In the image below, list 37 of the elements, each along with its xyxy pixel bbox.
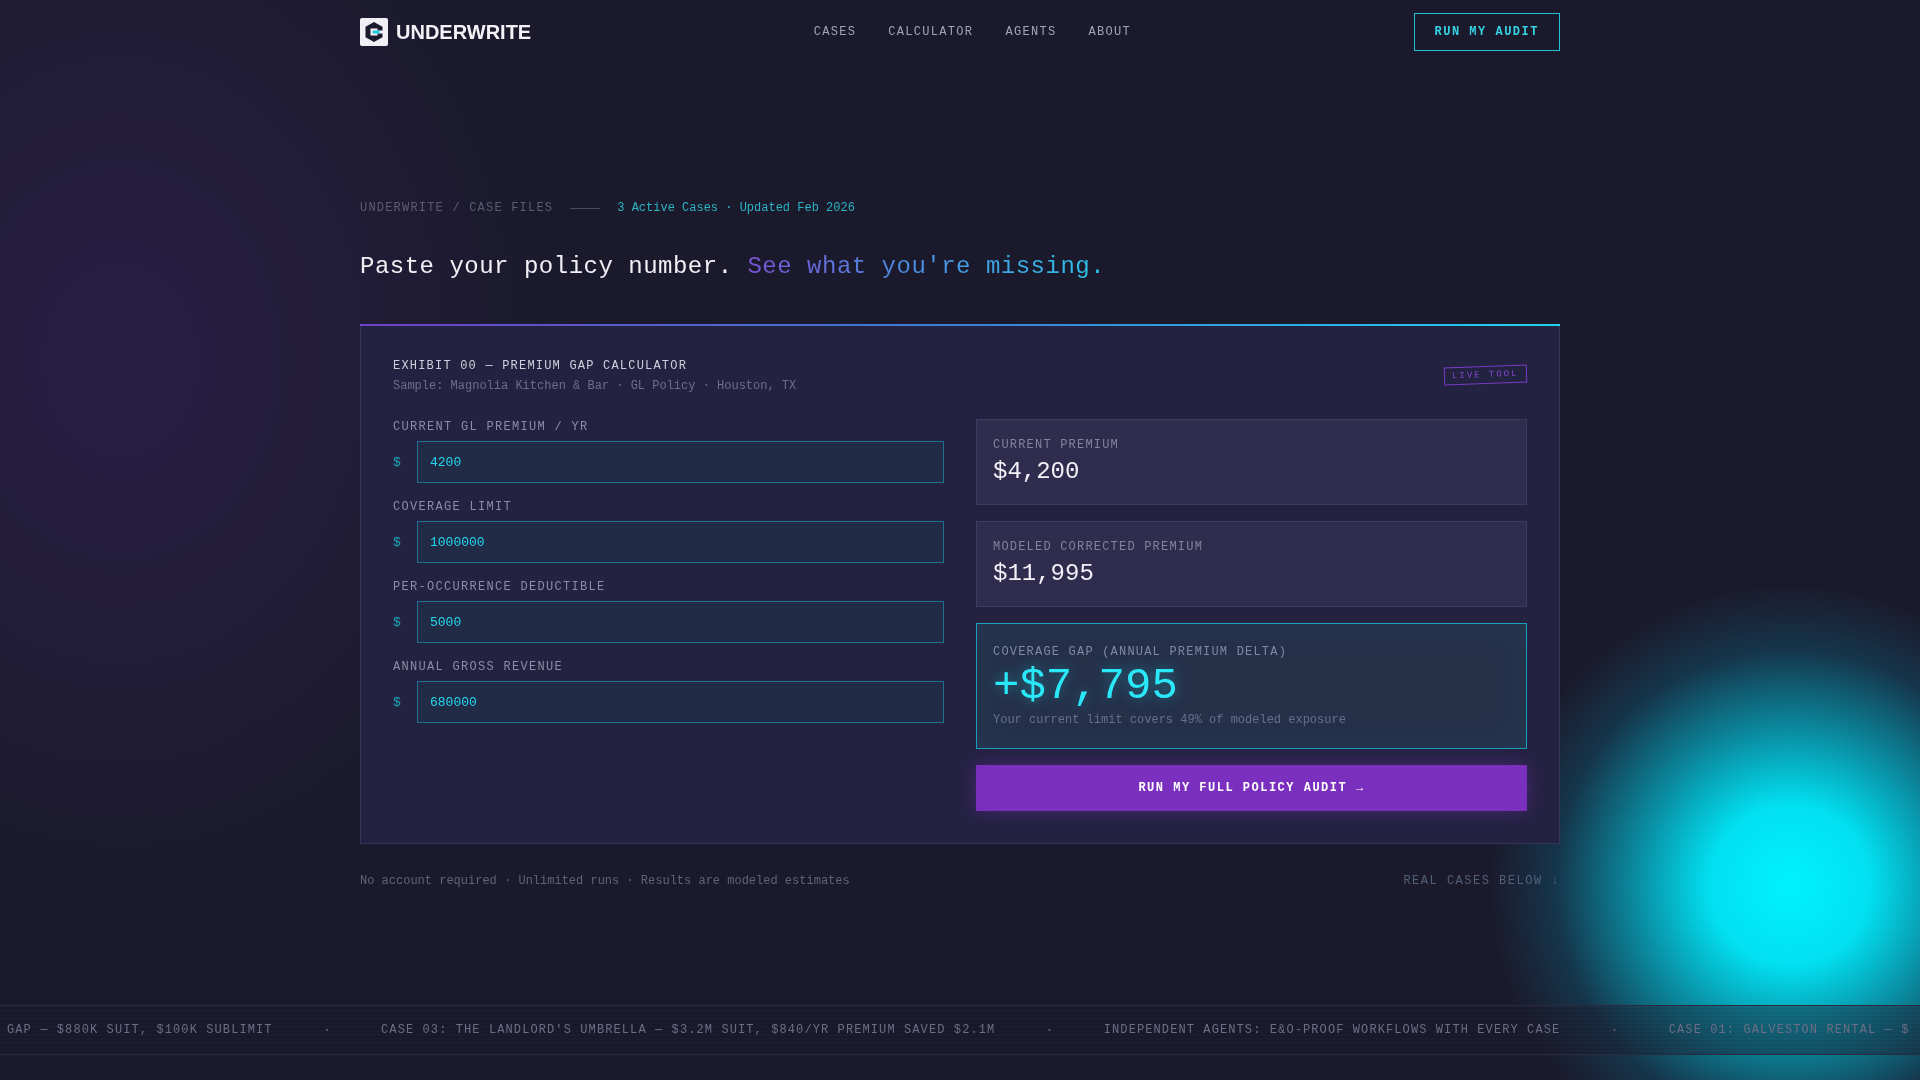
result-value: $11,995: [993, 559, 1095, 589]
currency-symbol: $: [393, 614, 402, 630]
nav-link[interactable]: CALCULATOR: [888, 25, 974, 39]
field-label: PER-OCCURRENCE DEDUCTIBLE: [393, 580, 607, 594]
currency-symbol: $: [393, 694, 402, 710]
nav-link[interactable]: ABOUT: [1088, 25, 1131, 39]
gap-label: COVERAGE GAP (ANNUAL PREMIUM DELTA): [993, 644, 1289, 660]
result-label: CURRENT PREMIUM: [993, 437, 1121, 453]
ticker-separator: ·: [322, 1022, 332, 1038]
field-label: COVERAGE LIMIT: [393, 500, 514, 514]
field-label: ANNUAL GROSS REVENUE: [393, 660, 565, 674]
logo-icon: [360, 18, 388, 46]
gap-value: +$7,795: [993, 662, 1179, 710]
policy-audit-button[interactable]: RUN MY FULL POLICY AUDIT →: [976, 765, 1527, 811]
result-value: $4,200: [993, 457, 1081, 487]
currency-symbol: $: [393, 454, 402, 470]
card-subtitle: Sample: Magnolia Kitchen & Bar · GL Policy · Houston, TX: [393, 378, 797, 394]
ticker-separator: ·: [1045, 1022, 1054, 1038]
amount-input[interactable]: 680000: [417, 681, 944, 723]
result-label: MODELED CORRECTED PREMIUM: [993, 539, 1205, 555]
disclaimer-text: No account required · Unlimited runs · Results are modeled estimates: [360, 874, 850, 888]
field-label: CURRENT GL PREMIUM / YR: [393, 420, 590, 434]
amount-input[interactable]: 1000000: [417, 521, 944, 563]
amount-input[interactable]: 5000: [417, 601, 944, 643]
breadcrumb: UNDERWRITE / CASE FILES: [360, 201, 554, 215]
audit-button[interactable]: RUN MY AUDIT: [1413, 13, 1560, 51]
nav-link[interactable]: AGENTS: [1005, 25, 1057, 39]
headline: Paste your policy number. See what you're missing.: [360, 252, 1106, 282]
nav-link[interactable]: CASES: [813, 25, 857, 39]
gap-note: Your current limit covers 49% of modeled exposure: [993, 712, 1347, 728]
ticker-item[interactable]: GAP — $880K SUIT, $100K SUBLIMIT: [7, 1023, 273, 1037]
currency-symbol: $: [393, 534, 402, 550]
card-title: EXHIBIT 00 — PREMIUM GAP CALCULATOR: [393, 358, 689, 374]
brand-name: UNDERWRITE: [396, 20, 532, 44]
amount-input[interactable]: 4200: [417, 441, 944, 483]
ticker-separator: ·: [1610, 1022, 1619, 1038]
case-status: 3 Active Cases · Updated Feb 2026: [617, 201, 855, 215]
